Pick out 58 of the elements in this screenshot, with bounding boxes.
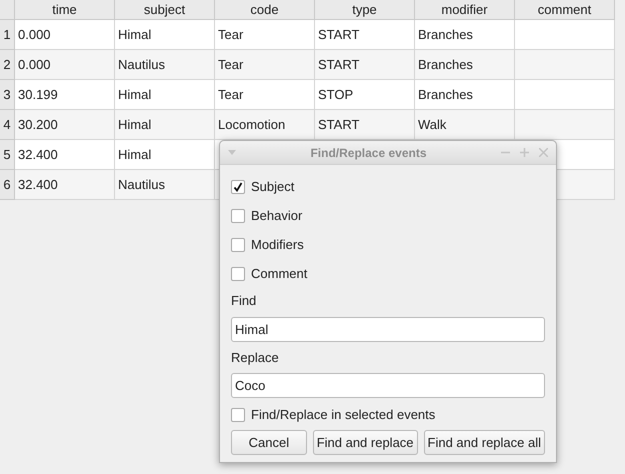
table-cell: Nautilus: [115, 170, 215, 200]
table-cell: Himal: [115, 80, 215, 110]
table-cell: 0.000: [15, 20, 115, 50]
table-cell: Himal: [115, 20, 215, 50]
table-cell: Branches: [415, 20, 515, 50]
table-cell: START: [315, 110, 415, 140]
table-cell: Tear: [215, 20, 315, 50]
column-header[interactable]: type: [315, 0, 415, 20]
column-header[interactable]: code: [215, 0, 315, 20]
checkbox-label: Behavior: [251, 206, 302, 225]
checkbox-label: Subject: [251, 178, 294, 196]
table-cell: Himal: [115, 140, 215, 170]
table-cell: Himal: [115, 110, 215, 140]
find-field[interactable]: Himal: [231, 316, 545, 342]
table-cell: Branches: [415, 50, 515, 80]
column-header[interactable]: modifier: [415, 0, 515, 20]
field-label: Replace: [231, 348, 280, 367]
table-cell: Locomotion: [215, 110, 315, 140]
row-header[interactable]: 3: [0, 80, 15, 110]
dialog-button[interactable]: Cancel: [231, 430, 307, 455]
row-header[interactable]: 2: [0, 50, 15, 80]
maximize-icon[interactable]: [520, 148, 529, 157]
checkbox[interactable]: [231, 238, 245, 252]
field-label: Find: [231, 292, 258, 310]
checkbox[interactable]: [231, 180, 245, 194]
table-cell: Nautilus: [115, 50, 215, 80]
row-header[interactable]: 4: [0, 110, 15, 140]
table-cell: Tear: [215, 50, 315, 80]
table-cell: START: [315, 20, 415, 50]
column-header[interactable]: subject: [115, 0, 215, 20]
dialog-button[interactable]: Find and replace all: [424, 430, 545, 455]
checkbox[interactable]: [231, 408, 245, 422]
table-cell: START: [315, 50, 415, 80]
column-header[interactable]: time: [15, 0, 115, 20]
row-header[interactable]: 1: [0, 20, 15, 50]
window-title: Find/Replace events: [309, 144, 428, 162]
table-cell: 30.199: [15, 80, 115, 110]
table-cell: Walk: [415, 110, 515, 140]
row-header[interactable]: 6: [0, 170, 15, 200]
table-cell: Tear: [215, 80, 315, 110]
checkbox-label: Comment: [251, 264, 308, 283]
checkbox[interactable]: [231, 208, 245, 222]
table-cell: 0.000: [15, 50, 115, 80]
checkbox[interactable]: [231, 266, 245, 280]
table-cell: Branches: [415, 80, 515, 110]
table-corner[interactable]: [0, 0, 15, 20]
caret-icon[interactable]: [228, 150, 236, 155]
column-header[interactable]: comment: [515, 0, 615, 20]
dialog-button[interactable]: Find and replace: [312, 430, 418, 455]
table-cell: STOP: [315, 80, 415, 110]
table-cell: 32.400: [15, 170, 115, 200]
replace-field[interactable]: Coco: [231, 373, 545, 398]
close-icon[interactable]: [539, 148, 548, 157]
row-header[interactable]: 5: [0, 140, 15, 170]
checkbox-label: Find/Replace in selected events: [251, 406, 436, 424]
checkbox-label: Modifiers: [251, 236, 304, 254]
table-cell: 32.400: [15, 140, 115, 170]
table-cell: 30.200: [15, 110, 115, 140]
